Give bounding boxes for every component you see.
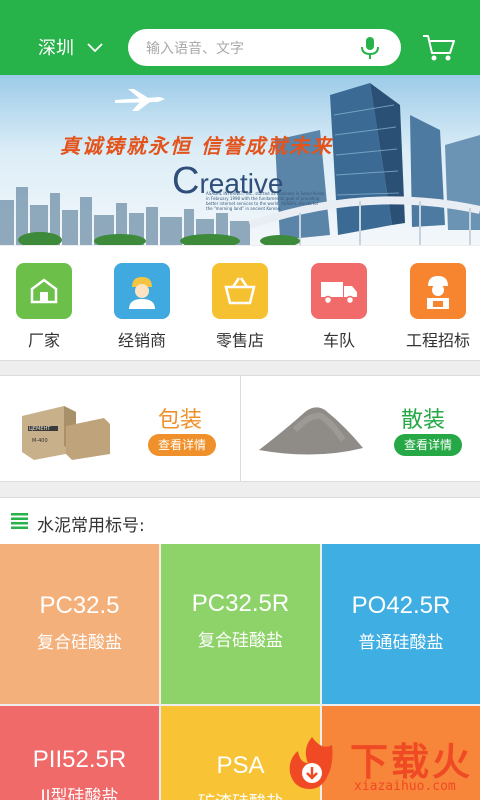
grade-tile[interactable]: PC32.5R 复合硅酸盐 [161, 544, 320, 704]
view-details-button[interactable]: 查看详情 [394, 434, 462, 456]
section-title: 水泥常用标号: [37, 516, 145, 536]
category-tender[interactable]: 工程招标 [388, 263, 480, 351]
grade-code: PII52.5R [32, 746, 127, 773]
cement-powder-image [259, 407, 363, 455]
banner-brand-initial: C [172, 160, 200, 202]
product-title: 散装 [401, 408, 446, 433]
product-card-packaged[interactable]: ЦЕМЕНТ M-400 包装 查看详情 [0, 376, 240, 482]
grade-name: II型硅酸盐 [40, 787, 119, 800]
search-placeholder: 输入语音、文字 [146, 41, 244, 57]
banner-slogan: 真诚铸就永恒 信誉成就未来 [60, 134, 333, 158]
watermark-text: 下载火 [350, 740, 474, 784]
shopping-cart-icon[interactable] [422, 34, 456, 62]
chevron-down-icon [87, 43, 103, 53]
search-bar[interactable]: 输入语音、文字 [128, 29, 401, 66]
category-bar: 厂家 经销商 零售店 车队 工程招标 [0, 246, 480, 361]
basket-icon [212, 263, 268, 319]
factory-icon [16, 263, 72, 319]
flame-logo-icon [289, 737, 333, 789]
dealer-icon [114, 263, 170, 319]
bag-code-text: M-400 [32, 438, 48, 444]
product-types: ЦЕМЕНТ M-400 包装 查看详情 散装 查看详情 [0, 375, 480, 482]
grade-name: 复合硅酸盐 [37, 633, 122, 653]
watermark: 下载火 xiazaihuo.com [282, 727, 480, 800]
grade-code: PC32.5R [191, 590, 290, 617]
banner-small-text: ASADAL INTERNET, INC. started its busine… [206, 191, 325, 211]
grade-name: 普通硅酸盐 [358, 633, 444, 653]
city-label: 深圳 [38, 38, 74, 59]
list-icon [11, 513, 28, 529]
category-label: 经销商 [117, 331, 166, 350]
watermark-url: xiazaihuo.com [354, 779, 456, 794]
bag-brand-text: ЦЕМЕНТ [29, 426, 51, 432]
category-label: 工程招标 [405, 331, 470, 350]
promo-banner[interactable]: 真诚铸就永恒 信誉成就未来 Creative ASADAL INTERNET, … [0, 75, 480, 245]
cement-bags-image: ЦЕМЕНТ M-400 [22, 406, 110, 460]
category-factory[interactable]: 厂家 [0, 263, 94, 351]
grade-tile[interactable]: PC32.5 复合硅酸盐 [0, 544, 159, 704]
app-screen: 深圳 输入语音、文字 真诚铸就永恒 信誉成就未来 Creative ASADAL… [0, 0, 480, 800]
category-fleet[interactable]: 车队 [289, 263, 389, 351]
category-dealer[interactable]: 经销商 [92, 263, 192, 351]
grade-tile[interactable]: PII52.5R II型硅酸盐 [0, 706, 159, 800]
engineer-icon [410, 263, 466, 319]
category-label: 车队 [322, 331, 355, 350]
category-retail[interactable]: 零售店 [190, 263, 290, 351]
top-bar: 深圳 输入语音、文字 [0, 0, 480, 75]
category-label: 厂家 [27, 331, 60, 350]
view-details-button[interactable]: 查看详情 [148, 434, 216, 456]
microphone-icon[interactable] [359, 36, 381, 60]
grade-name: 复合硅酸盐 [198, 631, 283, 651]
grade-tile[interactable]: PO42.5R 普通硅酸盐 [322, 544, 480, 704]
grade-code: PC32.5 [39, 592, 120, 619]
truck-icon [311, 263, 367, 319]
category-label: 零售店 [215, 331, 264, 350]
grades-section-header: 水泥常用标号: [0, 497, 480, 544]
product-title: 包装 [158, 408, 203, 433]
product-card-bulk[interactable]: 散装 查看详情 [241, 376, 480, 482]
grade-code: PO42.5R [351, 592, 451, 619]
city-selector[interactable]: 深圳 [38, 34, 104, 60]
